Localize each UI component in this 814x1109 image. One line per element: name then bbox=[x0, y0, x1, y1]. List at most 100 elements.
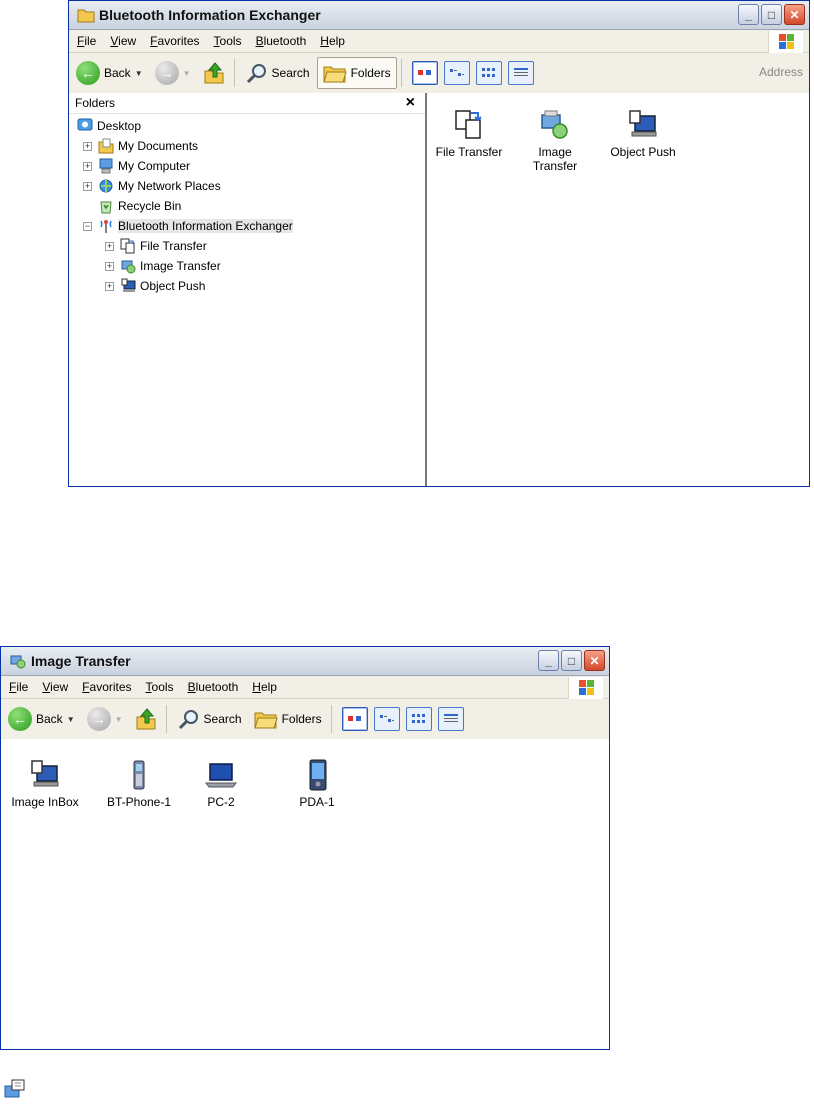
menu-view[interactable]: View bbox=[42, 680, 68, 694]
tree-node-my-documents[interactable]: + My Documents bbox=[83, 136, 198, 156]
search-button[interactable]: Search bbox=[241, 58, 315, 88]
item-label: Image Transfer bbox=[532, 145, 578, 173]
menu-favorites[interactable]: Favorites bbox=[82, 680, 131, 694]
forward-arrow-icon: → bbox=[86, 707, 111, 731]
item-label: BT-Phone-1 bbox=[106, 795, 172, 809]
image-transfer-icon bbox=[541, 110, 568, 139]
folders-label: Folders bbox=[350, 66, 391, 80]
tree-node-image-transfer[interactable]: + Image Transfer bbox=[105, 256, 221, 276]
my-computer-icon bbox=[99, 158, 113, 174]
close-button[interactable]: ✕ bbox=[784, 4, 805, 25]
content-item-pc-2[interactable]: PC-2 bbox=[181, 759, 261, 809]
tree-label: Desktop bbox=[97, 119, 142, 133]
minimize-button[interactable]: _ bbox=[738, 4, 759, 25]
tree-node-bluetooth-exchanger[interactable]: − Bluetooth Information Exchanger bbox=[83, 216, 293, 236]
folders-button[interactable]: Folders bbox=[249, 704, 327, 734]
menu-file[interactable]: File bbox=[77, 34, 96, 48]
expand-icon[interactable]: + bbox=[83, 141, 92, 151]
expand-icon[interactable]: + bbox=[105, 261, 114, 271]
tree-label: File Transfer bbox=[140, 239, 207, 253]
back-dropdown-icon[interactable]: ▼ bbox=[67, 715, 75, 724]
forward-button[interactable]: → ▼ bbox=[150, 58, 196, 88]
object-push-icon bbox=[121, 278, 136, 292]
title-bar[interactable]: Image Transfer _ □ ✕ bbox=[1, 647, 609, 676]
view-tiles-icon bbox=[379, 715, 394, 722]
menu-bar: File View Favorites Tools Bluetooth Help bbox=[69, 30, 809, 53]
menu-favorites[interactable]: Favorites bbox=[150, 34, 199, 48]
tree-label: Recycle Bin bbox=[118, 199, 182, 213]
view-icons-button[interactable] bbox=[405, 707, 432, 731]
title-bar[interactable]: Bluetooth Information Exchanger _ □ ✕ bbox=[69, 1, 809, 30]
content-pane: Image InBox BT-Phone-1 PC-2 PDA-1 bbox=[1, 739, 609, 1049]
view-details-icon bbox=[513, 68, 528, 76]
menu-file[interactable]: File bbox=[9, 680, 28, 694]
recycle-bin-icon bbox=[100, 201, 112, 214]
tree-label: Object Push bbox=[140, 279, 206, 293]
content-item-image-inbox[interactable]: Image InBox bbox=[5, 759, 85, 809]
object-push-icon bbox=[629, 110, 657, 137]
view-tiles-button[interactable] bbox=[373, 707, 400, 731]
forward-dropdown-icon[interactable]: ▼ bbox=[115, 715, 123, 724]
view-thumbnails-button[interactable] bbox=[411, 61, 438, 85]
menu-tools[interactable]: Tools bbox=[214, 34, 242, 48]
image-transfer-window: Image Transfer _ □ ✕ File View Favorites… bbox=[0, 646, 610, 1050]
view-details-button[interactable] bbox=[507, 61, 534, 85]
menu-bluetooth[interactable]: Bluetooth bbox=[188, 680, 239, 694]
content-item-image-transfer[interactable]: Image Transfer bbox=[515, 109, 595, 173]
back-button[interactable]: ← Back ▼ bbox=[3, 704, 80, 734]
back-dropdown-icon[interactable]: ▼ bbox=[135, 69, 143, 78]
forward-dropdown-icon[interactable]: ▼ bbox=[183, 69, 191, 78]
view-tiles-icon bbox=[449, 69, 464, 76]
address-label: Address bbox=[758, 65, 803, 79]
view-thumbnails-icon bbox=[417, 70, 431, 75]
bluetooth-exchanger-window: Bluetooth Information Exchanger _ □ ✕ Fi… bbox=[68, 0, 810, 487]
forward-button[interactable]: → ▼ bbox=[82, 704, 128, 734]
toolbar-separator bbox=[233, 59, 235, 87]
tree-node-my-network-places[interactable]: + My Network Places bbox=[83, 176, 221, 196]
maximize-button[interactable]: □ bbox=[561, 650, 582, 671]
content-item-object-push[interactable]: Object Push bbox=[603, 109, 683, 159]
menu-view[interactable]: View bbox=[110, 34, 136, 48]
tree-node-my-computer[interactable]: + My Computer bbox=[83, 156, 190, 176]
expand-icon[interactable]: + bbox=[105, 281, 114, 291]
view-thumbnails-button[interactable] bbox=[341, 707, 368, 731]
up-button[interactable] bbox=[198, 58, 230, 88]
expand-icon[interactable]: + bbox=[83, 181, 92, 191]
menu-bluetooth[interactable]: Bluetooth bbox=[256, 34, 307, 48]
search-icon bbox=[246, 64, 266, 84]
view-icons-icon bbox=[411, 714, 425, 723]
view-tiles-button[interactable] bbox=[443, 61, 470, 85]
tree-node-object-push[interactable]: + Object Push bbox=[105, 276, 205, 296]
close-panel-button[interactable]: × bbox=[406, 94, 415, 112]
back-button[interactable]: ← Back ▼ bbox=[71, 58, 148, 88]
windows-logo-icon bbox=[568, 677, 603, 699]
back-label: Back bbox=[36, 712, 63, 726]
toolbar-separator bbox=[400, 59, 402, 87]
maximize-button[interactable]: □ bbox=[761, 4, 782, 25]
close-button[interactable]: ✕ bbox=[584, 650, 605, 671]
content-item-bt-phone-1[interactable]: BT-Phone-1 bbox=[99, 759, 179, 809]
toolbar-separator bbox=[330, 705, 332, 733]
up-folder-icon bbox=[136, 708, 156, 730]
view-icons-button[interactable] bbox=[475, 61, 502, 85]
content-item-pda-1[interactable]: PDA-1 bbox=[277, 759, 357, 809]
content-item-file-transfer[interactable]: File Transfer bbox=[429, 109, 509, 159]
search-button[interactable]: Search bbox=[173, 704, 247, 734]
tree-node-recycle-bin[interactable]: Recycle Bin bbox=[98, 196, 181, 216]
tree-node-file-transfer[interactable]: + File Transfer bbox=[105, 236, 207, 256]
expand-icon[interactable]: + bbox=[105, 241, 114, 251]
tree-label: Bluetooth Information Exchanger bbox=[118, 219, 293, 233]
my-documents-icon bbox=[98, 138, 114, 154]
collapse-icon[interactable]: − bbox=[83, 221, 92, 231]
minimize-button[interactable]: _ bbox=[538, 650, 559, 671]
folders-button[interactable]: Folders bbox=[316, 57, 397, 89]
menu-help[interactable]: Help bbox=[320, 34, 345, 48]
search-icon bbox=[178, 710, 198, 730]
image-transfer-icon bbox=[10, 655, 26, 669]
view-details-button[interactable] bbox=[437, 707, 464, 731]
up-button[interactable] bbox=[130, 704, 162, 734]
tree-node-desktop[interactable]: Desktop bbox=[77, 116, 141, 136]
menu-tools[interactable]: Tools bbox=[146, 680, 174, 694]
expand-icon[interactable]: + bbox=[83, 161, 92, 171]
menu-help[interactable]: Help bbox=[252, 680, 277, 694]
